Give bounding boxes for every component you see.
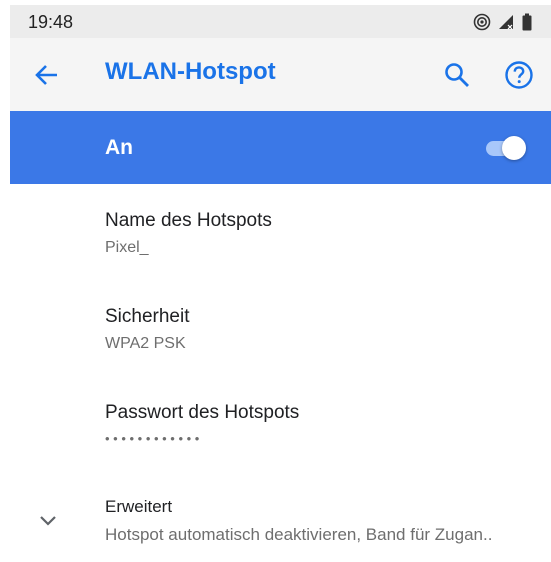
setting-title: Name des Hotspots (105, 210, 272, 231)
setting-summary: Pixel_ (105, 239, 149, 256)
toggle-thumb (502, 136, 526, 160)
help-button[interactable] (503, 59, 535, 91)
search-icon (445, 63, 469, 87)
chevron-down-icon (37, 510, 59, 532)
arrow-back-icon (35, 65, 57, 85)
setting-summary: WPA2 PSK (105, 335, 186, 352)
signal-icon (497, 13, 515, 36)
page-title: WLAN-Hotspot (105, 58, 276, 85)
setting-title: Sicherheit (105, 306, 190, 327)
hotspot-toggle[interactable] (484, 135, 526, 161)
app-bar: WLAN-Hotspot (10, 38, 551, 111)
search-button[interactable] (442, 60, 472, 90)
battery-icon (521, 13, 533, 36)
status-time: 19:48 (28, 12, 74, 32)
setting-summary: • • • • • • • • • • • • (105, 431, 200, 446)
master-switch-bar[interactable]: An (10, 111, 551, 184)
back-button[interactable] (32, 60, 62, 90)
setting-summary: Hotspot automatisch deaktivieren, Band f… (105, 525, 493, 544)
setting-hotspot-name[interactable]: Name des Hotspots Pixel_ (10, 184, 551, 280)
status-icons (473, 13, 533, 36)
setting-title: Erweitert (105, 497, 173, 516)
setting-hotspot-password[interactable]: Passwort des Hotspots • • • • • • • • • … (10, 376, 551, 472)
master-switch-label: An (105, 136, 133, 159)
help-icon (505, 61, 533, 89)
status-bar: 19:48 (10, 5, 551, 38)
screen: 19:48 WLAN-Hotspot An Name des Hotspots … (10, 0, 551, 562)
setting-security[interactable]: Sicherheit WPA2 PSK (10, 280, 551, 376)
hotspot-icon (473, 13, 491, 36)
setting-advanced[interactable]: Erweitert Hotspot automatisch deaktivier… (10, 472, 551, 562)
setting-title: Passwort des Hotspots (105, 402, 300, 423)
